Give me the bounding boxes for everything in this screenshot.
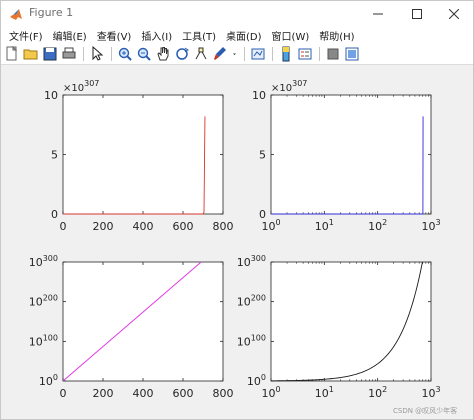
save-icon[interactable]: [41, 45, 59, 63]
x-tick-label: 600: [173, 220, 194, 233]
y-tick-label-text: 100: [39, 373, 58, 388]
menu-insert[interactable]: 插入(I): [136, 28, 177, 43]
x-tick-label: 101: [315, 218, 334, 233]
y-tick-label: 10200: [237, 294, 266, 309]
x-tick-label-text: 102: [368, 218, 387, 233]
new-figure-icon[interactable]: [3, 45, 21, 63]
axes-top-right: 100 101 102 1030510×10307: [252, 79, 441, 233]
axes-box: [270, 261, 432, 382]
axes-box: [62, 94, 224, 215]
menu-window[interactable]: 窗口(W): [267, 28, 315, 43]
menu-desktop[interactable]: 桌面(D): [221, 28, 267, 43]
axes-bottom-right: 100 101 102 103 100 10100 10200 10300: [237, 254, 441, 400]
y-tick-label: 10100: [29, 333, 58, 348]
toolbar-separator: [244, 47, 245, 61]
y-exponent-label: ×10307: [63, 79, 99, 94]
y-tick-label-text: 10300: [237, 254, 266, 269]
dropdown-arrow-icon[interactable]: [230, 45, 239, 63]
y-tick-label-text: 100: [247, 373, 266, 388]
zoom-in-icon[interactable]: [116, 45, 134, 63]
zoom-out-icon[interactable]: [135, 45, 153, 63]
x-tick-label: 101: [315, 385, 334, 400]
y-tick-label: 100: [39, 373, 58, 388]
x-tick-label-text: 102: [368, 385, 387, 400]
watermark: CSDN @叹风少年客: [393, 407, 458, 415]
x-tick-label-text: 101: [315, 385, 334, 400]
figure-window: Figure 1 文件(F) 编辑(E) 查看(V) 插入(I) 工具(T) 桌…: [0, 0, 474, 420]
x-tick-label: 102: [368, 218, 387, 233]
y-tick-label-text: 10100: [237, 333, 266, 348]
x-tick-label: 800: [213, 387, 234, 400]
y-tick-label: 10: [44, 89, 58, 102]
matlab-app-icon: [9, 7, 23, 21]
show-plot-tools-icon[interactable]: [343, 45, 361, 63]
x-tick-label: 100: [261, 385, 280, 400]
x-tick-label-text: 103: [421, 385, 440, 400]
close-button[interactable]: [435, 1, 473, 27]
y-tick-label-text: 10200: [29, 294, 58, 309]
menu-bar: 文件(F) 编辑(E) 查看(V) 插入(I) 工具(T) 桌面(D) 窗口(W…: [1, 26, 473, 44]
y-tick-label: 5: [51, 149, 58, 162]
x-tick-label-text: 100: [261, 385, 280, 400]
x-tick-label: 200: [93, 220, 114, 233]
toolbar-separator: [111, 47, 112, 61]
toolbar-separator: [83, 47, 84, 61]
y-tick-label: 10300: [29, 254, 58, 269]
colorbar-icon[interactable]: [277, 45, 295, 63]
y-tick-label: 10300: [237, 254, 266, 269]
y-exponent-label: ×10307: [271, 79, 307, 94]
y-tick-label: 5: [259, 149, 266, 162]
maximize-button[interactable]: [398, 1, 436, 27]
x-tick-label: 103: [421, 385, 440, 400]
minimize-button[interactable]: [359, 1, 397, 27]
x-tick-label: 0: [60, 387, 67, 400]
rotate-3d-icon[interactable]: [173, 45, 191, 63]
print-icon[interactable]: [60, 45, 78, 63]
x-tick-label: 200: [93, 387, 114, 400]
menu-view[interactable]: 查看(V): [92, 28, 137, 43]
x-tick-label-text: 103: [421, 218, 440, 233]
y-tick-label: 10100: [237, 333, 266, 348]
window-title: Figure 1: [29, 6, 74, 19]
x-tick-label: 103: [421, 218, 440, 233]
menu-file[interactable]: 文件(F): [4, 28, 48, 43]
toolbar-separator: [272, 47, 273, 61]
axes-top-left: 0 200 400 600 800 0 5 10 ×10307: [44, 79, 234, 233]
menu-edit[interactable]: 编辑(E): [48, 28, 92, 43]
x-tick-label: 400: [133, 220, 154, 233]
menu-tools[interactable]: 工具(T): [177, 28, 221, 43]
hide-plot-tools-icon[interactable]: [324, 45, 342, 63]
x-tick-label: 102: [368, 385, 387, 400]
link-plot-icon[interactable]: [249, 45, 267, 63]
x-tick-label: 400: [133, 387, 154, 400]
y-tick-label-text: 10100: [29, 333, 58, 348]
figure-toolbar: [1, 44, 473, 65]
data-cursor-icon[interactable]: [192, 45, 210, 63]
select-arrow-icon[interactable]: [88, 45, 106, 63]
y-tick-label: 0: [259, 208, 266, 221]
y-tick-label: 100: [247, 373, 266, 388]
x-tick-label: 600: [173, 387, 194, 400]
y-tick-label-text: 10300: [29, 254, 58, 269]
legend-icon[interactable]: [296, 45, 314, 63]
y-tick-label: 10200: [29, 294, 58, 309]
axes-bottom-left: 0 200 400 600 800 100 10100 10200 10300: [29, 254, 234, 400]
x-tick-label: 0: [60, 220, 67, 233]
open-file-icon[interactable]: [22, 45, 40, 63]
title-bar: Figure 1: [1, 1, 473, 27]
x-tick-label-text: 101: [315, 218, 334, 233]
toolbar-separator: [319, 47, 320, 61]
y-tick-label: 0: [51, 208, 58, 221]
y-tick-label: 10: [252, 89, 266, 102]
figure-canvas: 0 200 400 600 800 0 5 10 ×10307 100 101 102 103 0 5 10 ×…: [1, 65, 473, 419]
y-tick-label-text: 10200: [237, 294, 266, 309]
axes-box: [62, 261, 224, 382]
brush-icon[interactable]: [211, 45, 229, 63]
axes-box: [270, 94, 432, 215]
subplot-grid: 0 200 400 600 800 0 5 10 ×10307 100 101 102 103 0 5 10 ×…: [29, 79, 441, 400]
menu-help[interactable]: 帮助(H): [314, 28, 359, 43]
pan-icon[interactable]: [154, 45, 172, 63]
x-tick-label: 800: [213, 220, 234, 233]
